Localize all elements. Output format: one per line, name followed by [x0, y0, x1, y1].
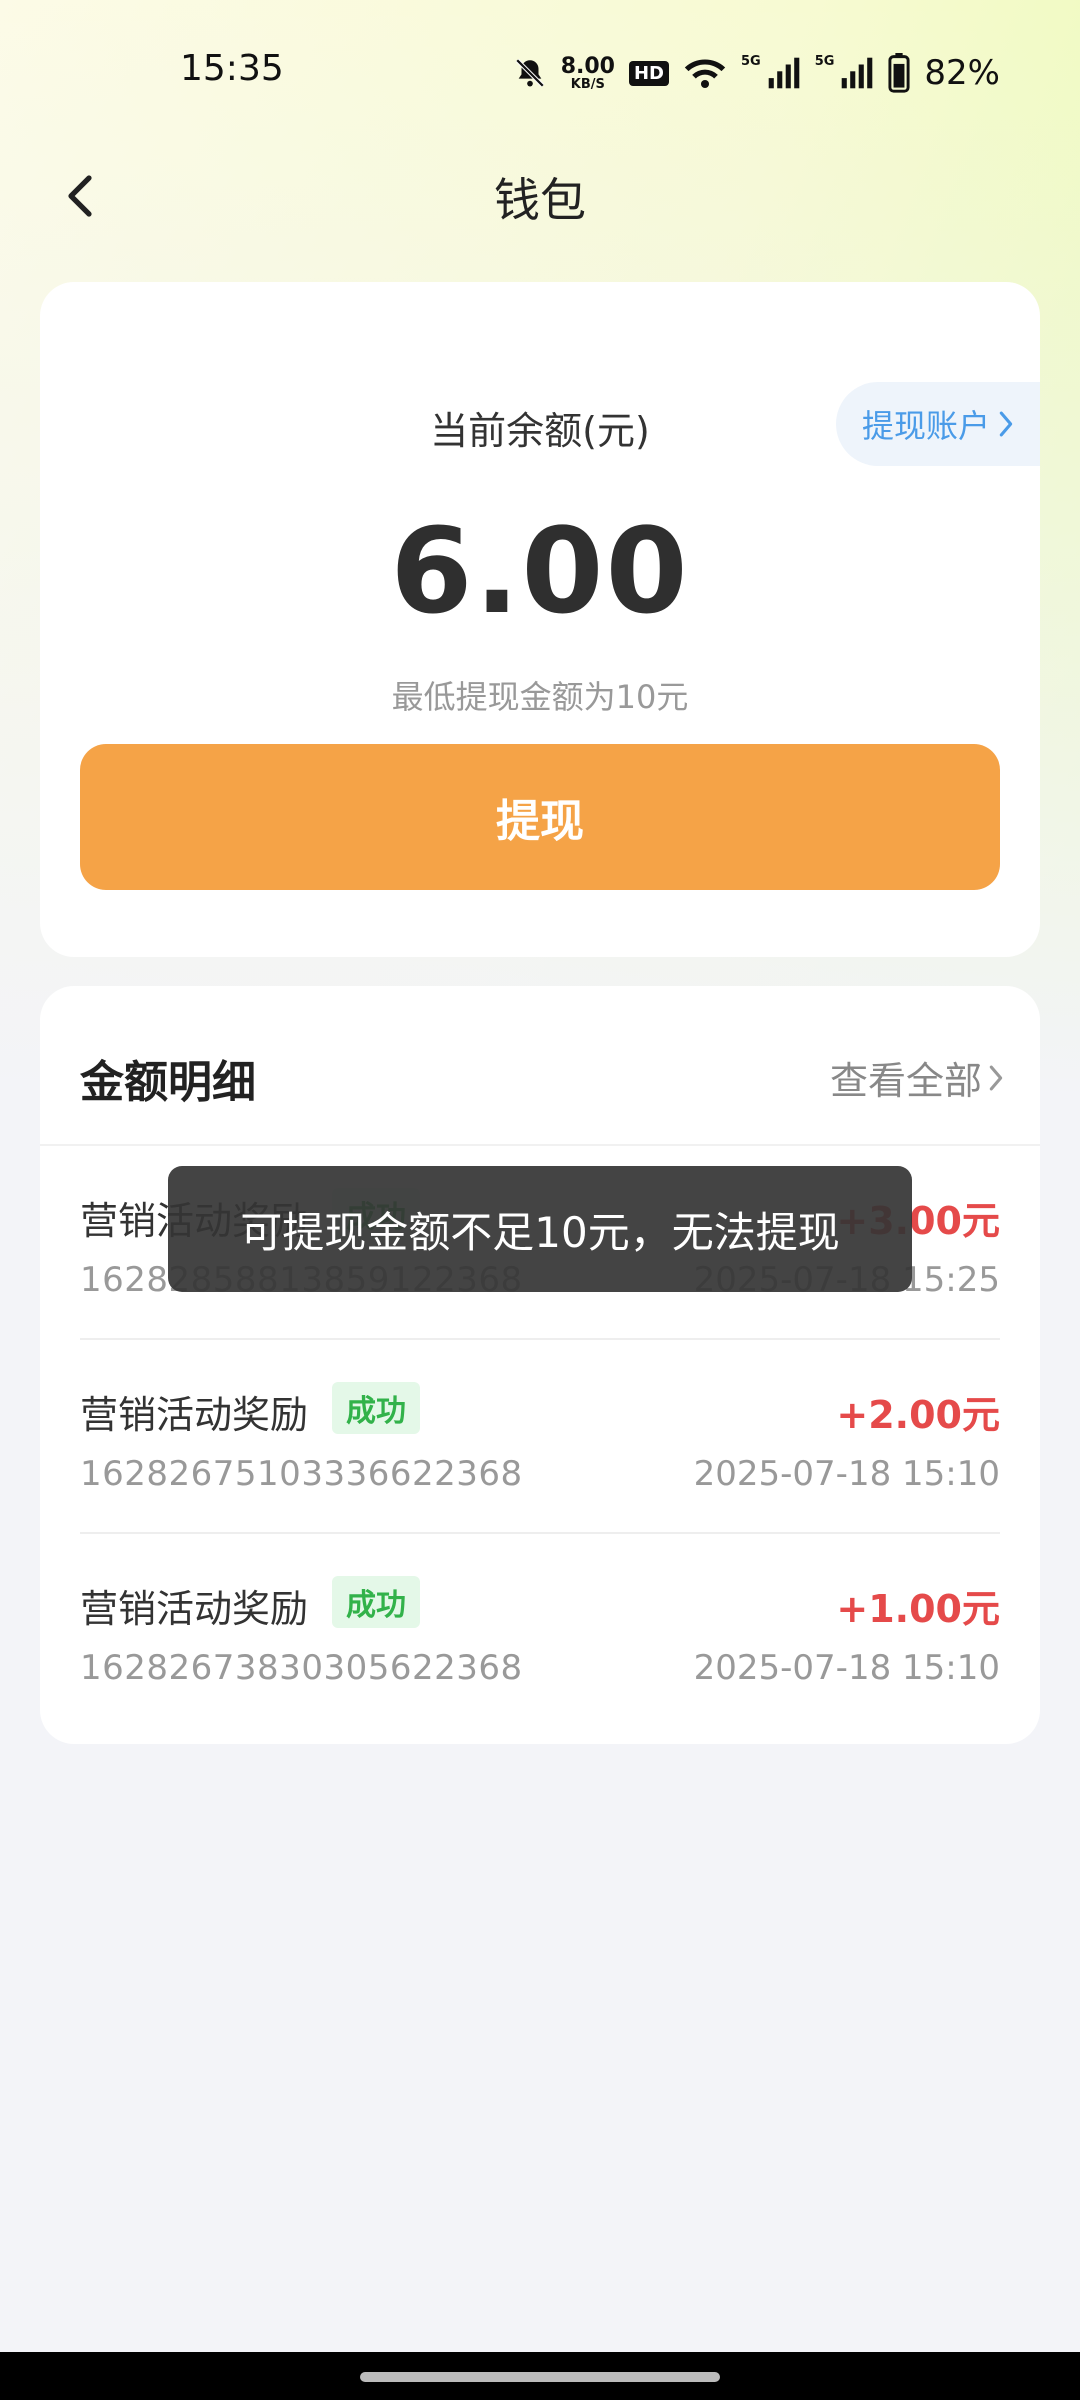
network-speed: 8.00 KB/S — [560, 53, 615, 92]
transaction-row[interactable]: 营销活动奖励 成功 16282673830305622368 +1.00元 20… — [80, 1534, 1000, 1728]
amount-details-card: 金额明细 查看全部 营销活动奖励 成功 16282858813859122368… — [40, 986, 1040, 1744]
battery-percent: 82% — [924, 53, 1000, 93]
status-time: 15:35 — [180, 48, 284, 89]
transaction-amount: +2.00元 — [836, 1393, 1000, 1437]
details-header: 金额明细 查看全部 — [40, 986, 1040, 1146]
status-badge: 成功 — [332, 1382, 420, 1434]
battery-icon — [888, 53, 910, 93]
chevron-right-icon — [998, 410, 1014, 438]
page-title: 钱包 — [494, 173, 586, 227]
withdraw-account-label: 提现账户 — [862, 407, 991, 445]
toast-message: 可提现金额不足10元，无法提现 — [168, 1166, 912, 1292]
transaction-amount: +1.00元 — [836, 1587, 1000, 1631]
transaction-time: 2025-07-18 15:10 — [693, 1648, 1000, 1688]
home-indicator[interactable] — [360, 2372, 720, 2382]
transaction-row[interactable]: 营销活动奖励 成功 16282675103336622368 +2.00元 20… — [80, 1340, 1000, 1534]
transaction-id: 16282675103336622368 — [80, 1454, 523, 1494]
transaction-id: 16282673830305622368 — [80, 1648, 523, 1688]
navigation-bar — [0, 2352, 1080, 2400]
app-header: 钱包 — [0, 140, 1080, 250]
withdraw-button[interactable]: 提现 — [80, 744, 1000, 890]
signal-icon — [840, 56, 874, 90]
signal-icon — [767, 56, 801, 90]
balance-card: 当前余额(元) 提现账户 6.00 最低提现金额为10元 提现 — [40, 282, 1040, 957]
hd-icon: HD — [628, 60, 669, 86]
status-icons: 8.00 KB/S HD 5G 5G 82% — [513, 48, 1000, 98]
transaction-time: 2025-07-18 15:10 — [693, 1454, 1000, 1494]
wifi-icon — [683, 56, 727, 90]
balance-amount: 6.00 — [390, 502, 690, 640]
details-title: 金额明细 — [80, 1057, 256, 1108]
status-badge: 成功 — [332, 1576, 420, 1628]
transaction-title: 营销活动奖励 — [80, 1393, 309, 1437]
sim1-network-label: 5G — [740, 53, 761, 69]
view-all-label: 查看全部 — [829, 1059, 982, 1103]
mute-bell-icon — [513, 56, 547, 90]
min-withdraw-hint: 最低提现金额为10元 — [391, 678, 689, 716]
sim2-network-label: 5G — [814, 53, 835, 69]
view-all-button[interactable]: 查看全部 — [830, 1050, 1004, 1105]
chevron-right-icon — [988, 1064, 1004, 1092]
transaction-title: 营销活动奖励 — [80, 1587, 309, 1631]
status-bar: 15:35 8.00 KB/S HD 5G 5G 82% — [0, 0, 1080, 140]
withdraw-account-button[interactable]: 提现账户 — [836, 382, 1040, 466]
